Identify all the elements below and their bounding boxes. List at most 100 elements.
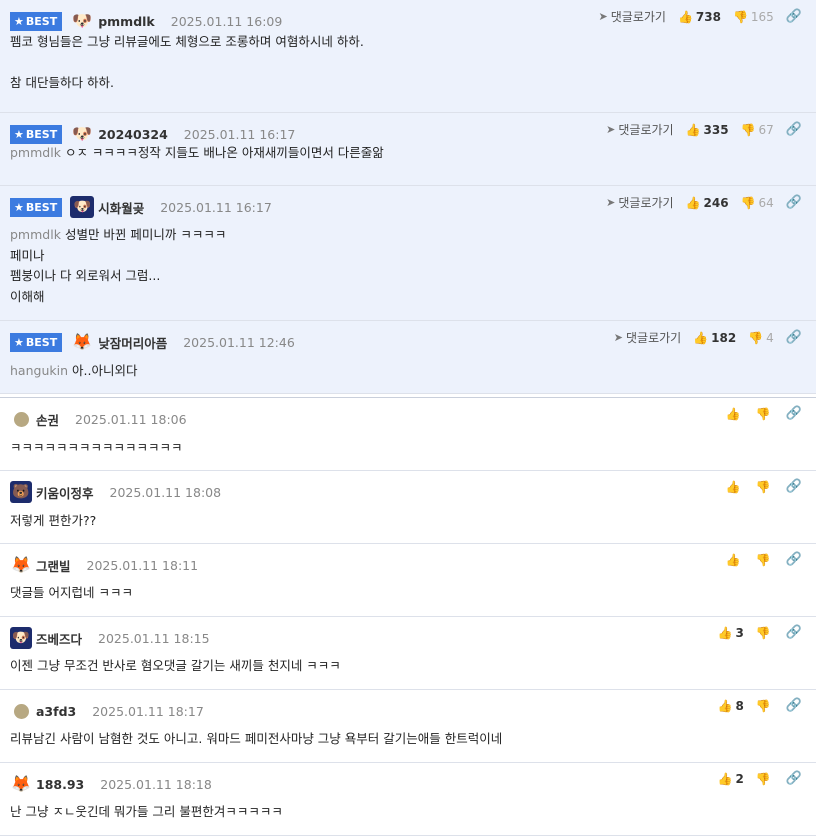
- upvote-button[interactable]: 👍: [726, 553, 744, 567]
- link-icon[interactable]: 🔗: [786, 122, 802, 137]
- reply-link[interactable]: ➤ 댓글로가기: [606, 194, 673, 211]
- timestamp: 2025.01.11 18:15: [98, 630, 210, 646]
- downvote-count: 4: [766, 330, 774, 345]
- link-icon[interactable]: 🔗: [786, 9, 802, 24]
- timestamp: 2025.01.11 12:46: [183, 334, 295, 350]
- nickname[interactable]: 낮잠머리아픔: [98, 333, 167, 352]
- comment-actions: 👍 2 👎 🔗: [718, 771, 802, 786]
- mention-nickname[interactable]: pmmdlk: [10, 145, 61, 160]
- nickname[interactable]: a3fd3: [36, 704, 76, 719]
- reply-link[interactable]: ➤ 댓글로가기: [606, 121, 673, 138]
- comment-text: 페미나: [10, 247, 45, 263]
- downvote-button[interactable]: 👎: [756, 626, 774, 640]
- upvote-button[interactable]: 👍 3: [718, 626, 744, 640]
- nickname[interactable]: 188.93: [36, 777, 84, 792]
- downvote-button[interactable]: 👎: [756, 480, 774, 494]
- upvote-button[interactable]: 👍 246: [686, 196, 729, 210]
- upvote-button[interactable]: 👍 335: [686, 123, 729, 137]
- upvote-button[interactable]: 👍 2: [718, 772, 744, 786]
- downvote-button[interactable]: 👎: [756, 699, 774, 713]
- comment-header: 🐶 즈베즈다 2025.01.11 18:15: [10, 627, 210, 649]
- thumbs-up-icon: 👍: [725, 552, 741, 567]
- reply-link[interactable]: ➤ 댓글로가기: [599, 8, 666, 25]
- comment-text: hangukin 아..아니외다: [10, 363, 138, 378]
- reply-label: 댓글로가기: [610, 10, 666, 24]
- star-icon: ★: [14, 200, 24, 214]
- send-arrow-icon: ➤: [598, 10, 608, 23]
- reply-link[interactable]: ➤ 댓글로가기: [614, 329, 681, 346]
- comment-text: 이해해: [10, 288, 45, 304]
- comment-text: 펨코 형님들은 그냥 리뷰글에도 체형으로 조롱하며 여혐하시네 하하.: [10, 34, 364, 49]
- comment-header: 🐻 키움이정후 2025.01.11 18:08: [10, 481, 221, 503]
- reply-label: 댓글로가기: [618, 123, 674, 137]
- downvote-button[interactable]: 👎 165: [733, 10, 774, 24]
- comment-header: 🦊 188.93 2025.01.11 18:18: [10, 773, 212, 795]
- comment-text: 참 대단들하다 하하.: [10, 75, 114, 90]
- comment-text: 펨붕이나 다 외로워서 그럼...: [10, 268, 161, 283]
- star-icon: ★: [14, 14, 24, 28]
- comment-actions: 👍 👎 🔗: [726, 406, 802, 421]
- link-icon[interactable]: 🔗: [786, 698, 802, 713]
- comment-header: ★ BEST 🐶 시화월곶 2025.01.11 16:17: [10, 196, 272, 218]
- thumbs-up-icon: 👍: [717, 698, 733, 713]
- dog-face-icon: 🐶: [10, 627, 32, 649]
- upvote-button[interactable]: 👍 8: [718, 699, 744, 713]
- mention-nickname[interactable]: hangukin: [10, 363, 68, 378]
- comment-header: ★ BEST 🦊 낮잠머리아픔 2025.01.11 12:46: [10, 331, 295, 353]
- reply-label: 댓글로가기: [618, 196, 674, 210]
- comment-text: pmmdlk ㅇㅈ ㅋㅋㅋㅋ정작 지들도 배나온 아재새끼들이면서 다른줄앎: [10, 145, 384, 160]
- link-icon[interactable]: 🔗: [786, 479, 802, 494]
- link-icon[interactable]: 🔗: [786, 406, 802, 421]
- best-badge: ★ BEST: [10, 11, 63, 31]
- thumbs-down-icon: 👎: [755, 479, 771, 494]
- dog-face-icon: 🐶: [70, 196, 95, 218]
- link-icon[interactable]: 🔗: [786, 552, 802, 567]
- upvote-button[interactable]: 👍 182: [693, 331, 736, 345]
- downvote-button[interactable]: 👎 64: [741, 196, 774, 210]
- link-icon[interactable]: 🔗: [786, 195, 802, 210]
- upvote-count: 182: [711, 330, 737, 345]
- downvote-button[interactable]: 👎 4: [748, 331, 774, 345]
- upvote-button[interactable]: 👍: [726, 407, 744, 421]
- thumbs-up-icon: 👍: [685, 122, 701, 137]
- upvote-button[interactable]: 👍 738: [678, 10, 721, 24]
- bear-icon: 🐻: [10, 481, 32, 503]
- comment-text: 난 그냥 ㅈㄴ웃긴데 뭐가들 그리 불편한겨ㅋㅋㅋㅋㅋ: [10, 804, 283, 819]
- nickname[interactable]: pmmdlk: [98, 14, 155, 29]
- downvote-count: 67: [758, 122, 774, 137]
- upvote-count: 335: [703, 122, 729, 137]
- comment-list: ★ BEST 🐶 pmmdlk 2025.01.11 16:09 ➤ 댓글로가기 👍 738 👎 1…: [0, 0, 816, 836]
- thumbs-up-icon: 👍: [693, 330, 709, 345]
- comment-actions: 👍 3 👎 🔗: [718, 625, 802, 640]
- comment-body: pmmdlk 성별만 바뀐 페미니까 ㅋㅋㅋㅋ 페미나 펨붕이나 다 외로워서 그럼.…: [10, 225, 226, 307]
- link-icon[interactable]: 🔗: [786, 330, 802, 345]
- upvote-button[interactable]: 👍: [726, 480, 744, 494]
- nickname[interactable]: 손권: [36, 410, 59, 429]
- best-badge: ★ BEST: [10, 197, 63, 217]
- comment: 🦊 188.93 2025.01.11 18:18 👍 2 👎 🔗 난 그냥 ㅈㄴ웃긴데 뭐가…: [0, 763, 816, 836]
- mention-nickname[interactable]: pmmdlk: [10, 227, 61, 242]
- comment-header: a3fd3 2025.01.11 18:17: [10, 700, 204, 722]
- nickname[interactable]: 20240324: [98, 127, 168, 142]
- thumbs-down-icon: 👎: [740, 122, 756, 137]
- timestamp: 2025.01.11 18:18: [100, 776, 212, 792]
- downvote-button[interactable]: 👎: [756, 772, 774, 786]
- dog-icon: 🐶: [72, 124, 93, 143]
- downvote-button[interactable]: 👎: [756, 407, 774, 421]
- best-comment: ★ BEST 🐶 20240324 2025.01.11 16:17 ➤ 댓글로가기 👍 335…: [0, 113, 816, 186]
- link-icon[interactable]: 🔗: [786, 625, 802, 640]
- nickname[interactable]: 시화월곶: [98, 198, 144, 217]
- comment: a3fd3 2025.01.11 18:17 👍 8 👎 🔗 리뷰남긴 사람이 남혐한 것도…: [0, 690, 816, 763]
- downvote-button[interactable]: 👎: [756, 553, 774, 567]
- comment-text: [10, 53, 364, 74]
- nickname[interactable]: 키움이정후: [36, 483, 94, 502]
- comment-actions: ➤ 댓글로가기 👍 335 👎 67 🔗: [606, 121, 802, 138]
- downvote-button[interactable]: 👎 67: [741, 123, 774, 137]
- best-comment: ★ BEST 🦊 낮잠머리아픔 2025.01.11 12:46 ➤ 댓글로가기 👍 182 👎 4…: [0, 321, 816, 394]
- comment-actions: 👍 👎 🔗: [726, 479, 802, 494]
- nickname[interactable]: 즈베즈다: [36, 629, 82, 648]
- link-icon[interactable]: 🔗: [786, 771, 802, 786]
- thumbs-down-icon: 👎: [740, 195, 756, 210]
- nickname[interactable]: 그랜빌: [36, 556, 71, 575]
- star-icon: ★: [14, 127, 24, 141]
